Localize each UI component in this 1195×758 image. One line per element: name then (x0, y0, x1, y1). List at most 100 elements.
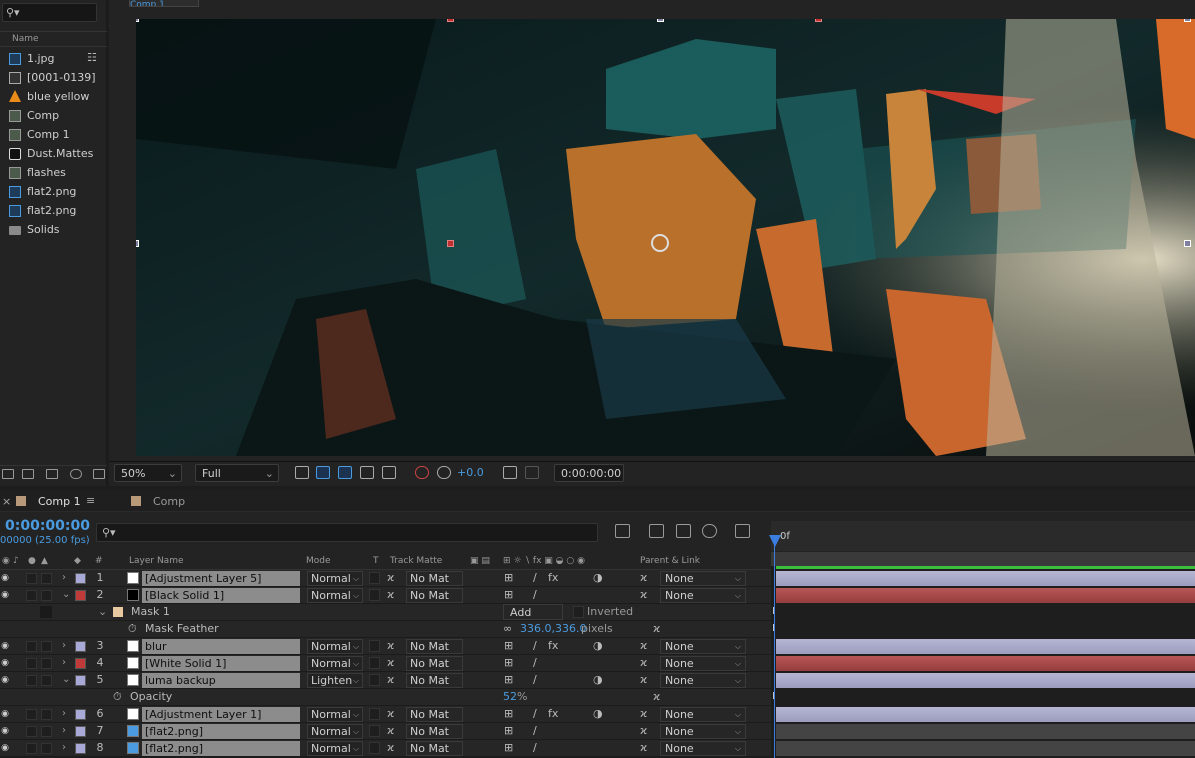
viewer-comp-tab[interactable]: Comp 1 (129, 0, 199, 7)
stopwatch-icon[interactable]: ⏱ (113, 689, 122, 705)
layer-duration-bar[interactable] (776, 707, 1195, 722)
lock-switch[interactable] (41, 709, 52, 720)
parent-select[interactable]: None (660, 724, 746, 739)
layer-duration-bar[interactable] (776, 571, 1195, 586)
preserve-transparency-switch[interactable] (369, 640, 380, 652)
adjustment-layer-icon[interactable]: ◑ (593, 638, 603, 654)
lock-switch[interactable] (41, 590, 52, 601)
shy-switch-icon[interactable]: ⊞ (504, 655, 513, 671)
track-matte-select[interactable]: No Mat (406, 639, 463, 654)
mask-row[interactable]: ⌄ Mask 1 Add Inverted (0, 604, 771, 621)
property-row[interactable]: ⏱ Opacity 52% ϰ (0, 689, 771, 706)
fx-switch-icon[interactable]: fx (548, 638, 558, 654)
composition-mini-flowchart-icon[interactable] (615, 524, 630, 538)
layer-row[interactable]: ◉ › 7 [flat2.png] Normal ϰ No Mat ⊞ ∕ ϰ None (0, 723, 771, 740)
transform-handle-top[interactable] (657, 19, 664, 22)
eye-icon[interactable]: ◉ (0, 638, 10, 654)
graph-editor-icon[interactable] (735, 524, 750, 538)
quality-switch-icon[interactable]: ∕ (533, 706, 537, 722)
eye-icon[interactable]: ◉ (0, 672, 10, 688)
channel-icon[interactable] (415, 466, 429, 479)
eye-icon[interactable]: ◉ (0, 706, 10, 722)
track-matte-select[interactable]: No Mat (406, 571, 463, 586)
preserve-transparency-switch[interactable] (369, 674, 380, 686)
project-item[interactable]: Comp (0, 106, 107, 125)
layer-duration-bar[interactable] (776, 588, 1195, 603)
parent-select[interactable]: None (660, 571, 746, 586)
parent-pickwhip-icon[interactable]: ϰ (640, 570, 647, 586)
chevron-right-icon[interactable]: › (62, 570, 66, 586)
blend-mode-select[interactable]: Normal (307, 707, 363, 722)
chevron-right-icon[interactable]: › (62, 638, 66, 654)
frame-blending-icon[interactable] (702, 524, 717, 538)
layer-name[interactable]: [Adjustment Layer 5] (142, 571, 300, 586)
project-item[interactable]: flat2.png (0, 182, 107, 201)
parent-pickwhip-icon[interactable]: ϰ (640, 723, 647, 739)
solo-icon[interactable]: ● (28, 556, 36, 566)
mask-vertex-handle[interactable] (447, 19, 454, 22)
mask-vertex-handle[interactable] (815, 19, 822, 22)
parent-select[interactable]: None (660, 673, 746, 688)
transparency-grid-icon[interactable] (316, 466, 330, 479)
parent-select[interactable]: None (660, 707, 746, 722)
spiral-icon[interactable]: ϰ (387, 655, 394, 671)
col-mode[interactable]: Mode (306, 556, 331, 566)
shy-switch-icon[interactable]: ⊞ (504, 740, 513, 756)
transform-handle-tl[interactable] (136, 19, 139, 22)
quality-switch-icon[interactable]: ∕ (533, 638, 537, 654)
quality-switch-icon[interactable]: ∕ (533, 672, 537, 688)
fx-switch-icon[interactable]: fx (548, 570, 558, 586)
parent-pickwhip-icon[interactable]: ϰ (640, 587, 647, 603)
time-ruler[interactable] (771, 521, 1195, 551)
eye-icon[interactable]: ◉ (0, 570, 10, 586)
label-color-swatch[interactable] (75, 590, 86, 601)
preserve-transparency-switch[interactable] (369, 708, 380, 720)
chevron-down-icon[interactable]: ⌄ (98, 604, 107, 620)
layer-row[interactable]: ◉ › 1 [Adjustment Layer 5] Normal ϰ No Mat ⊞ ∕ fx… (0, 570, 771, 587)
anchor-point-icon[interactable] (651, 234, 669, 252)
preserve-transparency-switch[interactable] (369, 657, 380, 669)
quality-switch-icon[interactable]: ∕ (533, 723, 537, 739)
current-time-display[interactable]: 0:00:00:00 (5, 518, 90, 534)
col-layer-name[interactable]: Layer Name (129, 556, 184, 566)
fx-switch-icon[interactable]: fx (548, 706, 558, 722)
tab-comp-1[interactable]: Comp 1 (38, 495, 81, 508)
lock-switch[interactable] (41, 658, 52, 669)
layer-row[interactable]: ◉ › 4 [White Solid 1] Normal ϰ No Mat ⊞ ∕ ϰ None (0, 655, 771, 672)
track-matte-select[interactable]: No Mat (406, 724, 463, 739)
mask-mode-select[interactable]: Add (503, 604, 563, 620)
quality-switch-icon[interactable]: ∕ (533, 587, 537, 603)
interpret-footage-icon[interactable] (2, 469, 14, 479)
close-icon[interactable]: × (2, 495, 11, 508)
solo-switch[interactable] (26, 590, 37, 601)
inverted-checkbox[interactable] (573, 606, 584, 618)
solo-switch[interactable] (26, 743, 37, 754)
solo-switch[interactable] (26, 675, 37, 686)
label-color-swatch[interactable] (75, 743, 86, 754)
solo-switch[interactable] (26, 658, 37, 669)
label-color-swatch[interactable] (75, 658, 86, 669)
lock-switch[interactable] (41, 743, 52, 754)
fast-preview-icon[interactable] (295, 466, 309, 479)
shy-switch-icon[interactable]: ⊞ (504, 570, 513, 586)
grid-guides-icon[interactable] (382, 466, 396, 479)
project-name-column-header[interactable]: Name (0, 31, 107, 47)
spiral-icon[interactable]: ϰ (387, 706, 394, 722)
layer-name[interactable]: [White Solid 1] (142, 656, 300, 671)
track-matte-select[interactable]: No Mat (406, 707, 463, 722)
project-item[interactable]: flashes (0, 163, 107, 182)
exposure-value[interactable]: +0.0 (457, 466, 484, 479)
audio-icon[interactable]: ♪ (13, 556, 19, 566)
zoom-select[interactable]: 50% ⌄ (114, 464, 182, 482)
eye-icon[interactable]: ◉ (0, 587, 10, 603)
shy-switch-icon[interactable]: ⊞ (504, 723, 513, 739)
layer-row[interactable]: ◉ › 8 [flat2.png] Normal ϰ No Mat ⊞ ∕ ϰ None (0, 740, 771, 757)
solo-switch[interactable] (26, 573, 37, 584)
transform-handle-left[interactable] (136, 240, 139, 247)
shy-switch-icon[interactable]: ⊞ (504, 672, 513, 688)
blend-mode-select[interactable]: Normal (307, 639, 363, 654)
layer-row[interactable]: ◉ › 3 blur Normal ϰ No Mat ⊞ ∕ fx ◑ ϰ None (0, 638, 771, 655)
label-tag-icon[interactable]: ◆ (74, 556, 81, 566)
track-matte-select[interactable]: No Mat (406, 673, 463, 688)
new-folder-icon[interactable] (22, 469, 34, 479)
